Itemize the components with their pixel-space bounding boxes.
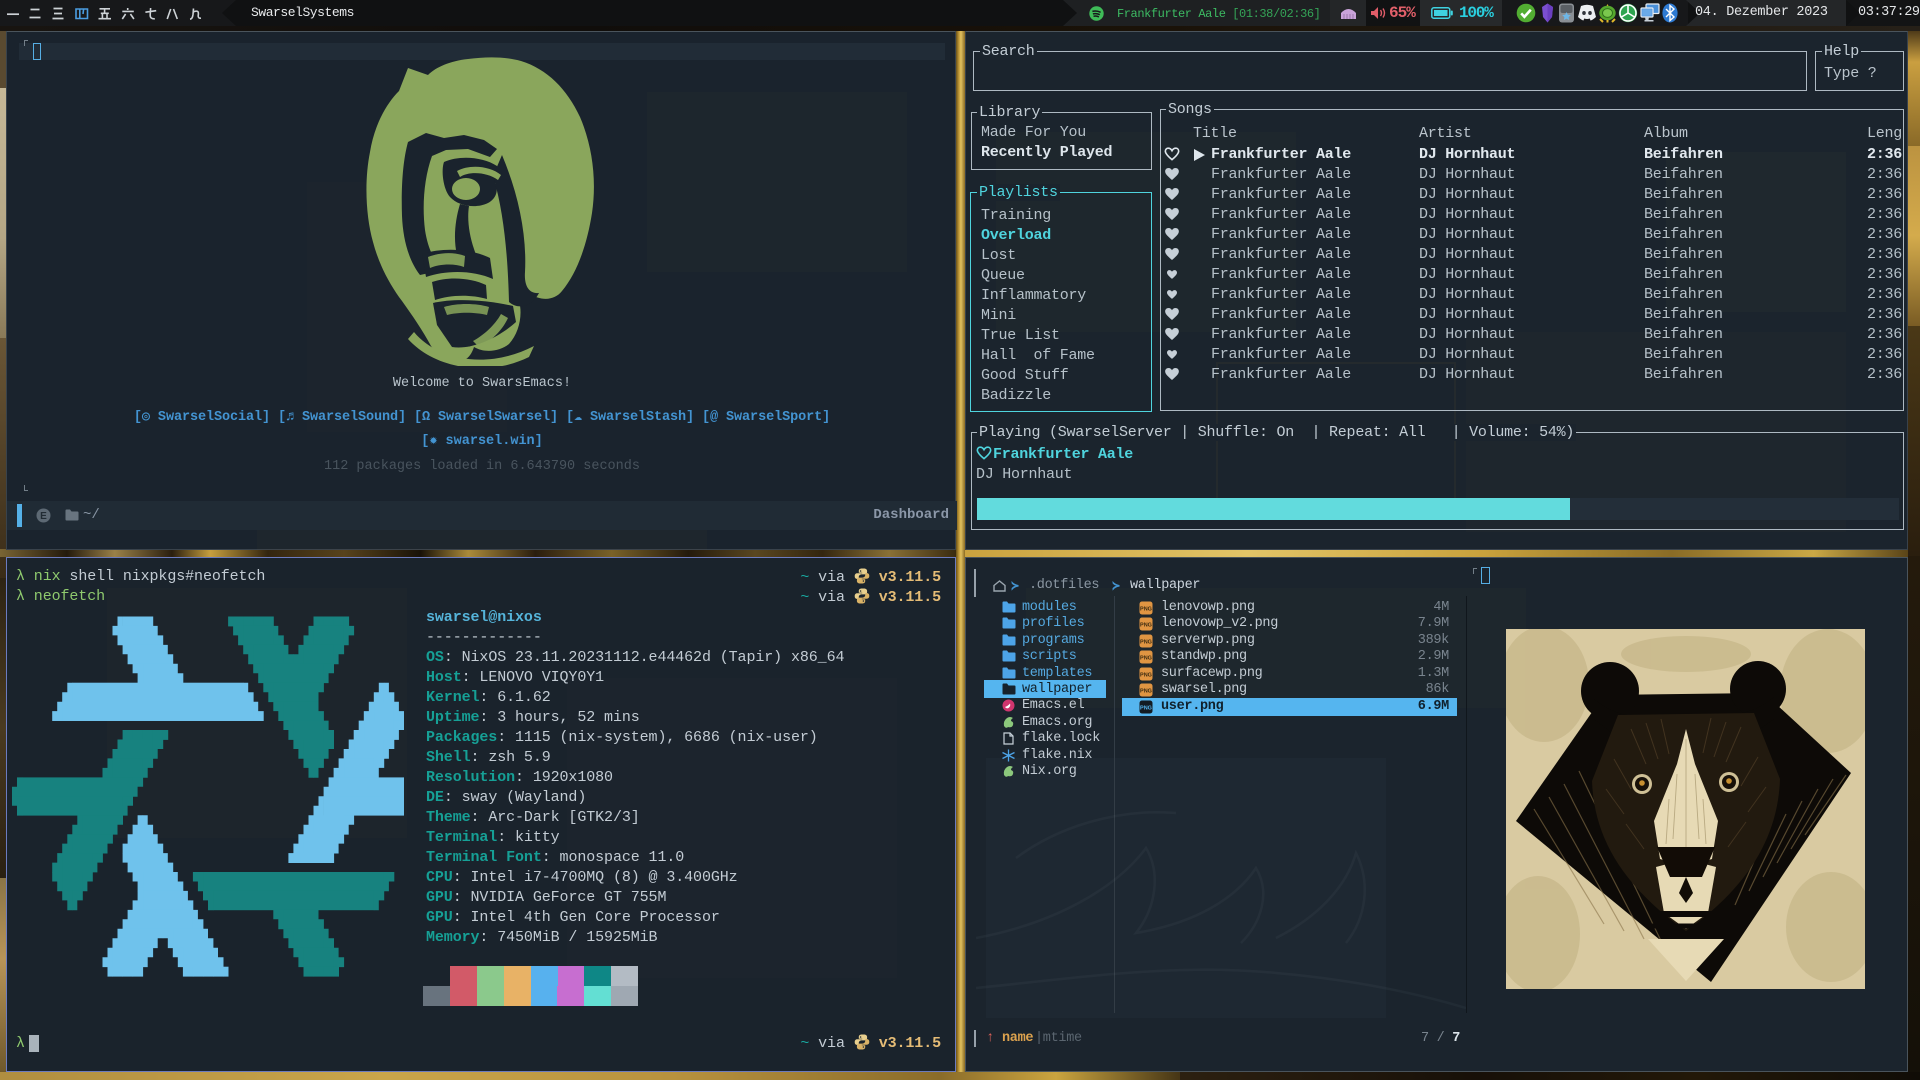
- svg-text:PNG: PNG: [1140, 607, 1152, 613]
- svg-text:PNG: PNG: [1140, 706, 1152, 712]
- svg-text:PNG: PNG: [1140, 639, 1152, 645]
- svg-text:E: E: [40, 511, 47, 522]
- svg-text:PNG: PNG: [1140, 672, 1152, 678]
- svg-text:PNG: PNG: [1140, 689, 1152, 695]
- svg-text:PNG: PNG: [1140, 656, 1152, 662]
- svg-text:PNG: PNG: [1140, 623, 1152, 629]
